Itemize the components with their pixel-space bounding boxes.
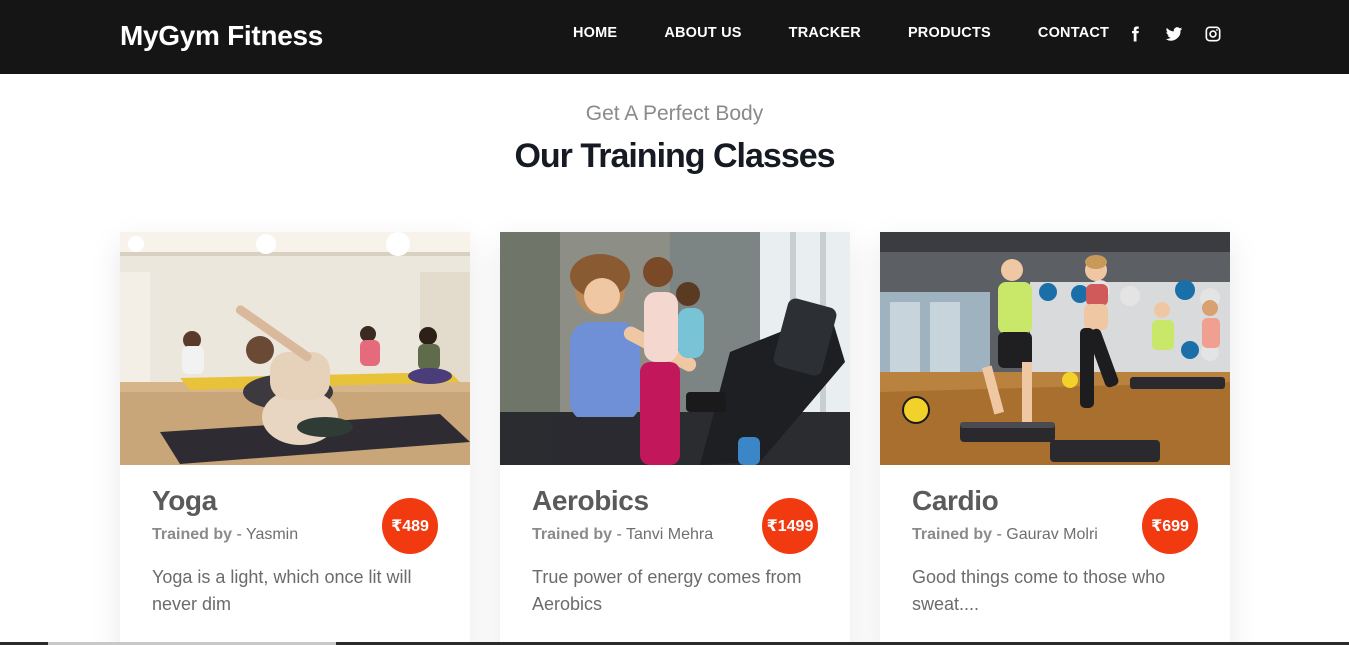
trainer-name: - Tanvi Mehra xyxy=(612,526,714,543)
brand-logo[interactable]: MyGym Fitness xyxy=(120,20,323,52)
navbar: MyGym Fitness HOME ABOUT US TRACKER PROD… xyxy=(0,0,1349,74)
section-heading: Our Training Classes xyxy=(514,137,835,175)
price-badge[interactable]: ₹1499 xyxy=(762,498,818,554)
nav-menu: HOME ABOUT US TRACKER PRODUCTS CONTACT xyxy=(573,25,1156,41)
price-badge[interactable]: ₹489 xyxy=(382,498,438,554)
class-description: Good things come to those who sweat.... xyxy=(912,567,1166,614)
trained-by-label: Trained by xyxy=(532,526,613,543)
class-card-aerobics[interactable]: Aerobics Trained by - Tanvi Mehra ₹1499 … xyxy=(500,232,850,645)
class-description: True power of energy comes from Aerobics xyxy=(532,567,802,614)
nav-link-products[interactable]: PRODUCTS xyxy=(908,25,991,41)
trained-by-label: Trained by xyxy=(152,526,233,543)
class-description: Yoga is a light, which once lit will nev… xyxy=(152,567,412,614)
nav-link-home[interactable]: HOME xyxy=(573,25,617,41)
twitter-icon[interactable] xyxy=(1163,23,1185,45)
trained-by-label: Trained by xyxy=(912,526,993,543)
cardio-class-photo xyxy=(880,232,1230,465)
instagram-icon[interactable] xyxy=(1202,23,1224,45)
facebook-icon[interactable] xyxy=(1124,23,1146,45)
class-title: Cardio xyxy=(912,485,999,516)
price-badge[interactable]: ₹699 xyxy=(1142,498,1198,554)
nav-link-tracker[interactable]: TRACKER xyxy=(789,25,861,41)
class-title: Aerobics xyxy=(532,485,649,516)
social-links xyxy=(1124,23,1241,45)
nav-link-about-us[interactable]: ABOUT US xyxy=(664,25,741,41)
aerobics-class-photo xyxy=(500,232,850,465)
trainer-info: Trained by - Tanvi Mehra xyxy=(532,526,713,544)
section-subheading: Get A Perfect Body xyxy=(585,102,764,125)
class-card-yoga[interactable]: Yoga Trained by - Yasmin ₹489 Yoga is a … xyxy=(120,232,470,645)
trainer-name: - Yasmin xyxy=(232,526,299,543)
nav-link-contact[interactable]: CONTACT xyxy=(1038,25,1109,41)
trainer-info: Trained by - Gaurav Molri xyxy=(912,526,1098,544)
class-title: Yoga xyxy=(152,485,217,516)
trainer-name: - Gaurav Molri xyxy=(992,526,1098,543)
class-card-cardio[interactable]: Cardio Trained by - Gaurav Molri ₹699 Go… xyxy=(880,232,1230,645)
yoga-class-photo xyxy=(120,232,470,465)
trainer-info: Trained by - Yasmin xyxy=(152,526,298,544)
